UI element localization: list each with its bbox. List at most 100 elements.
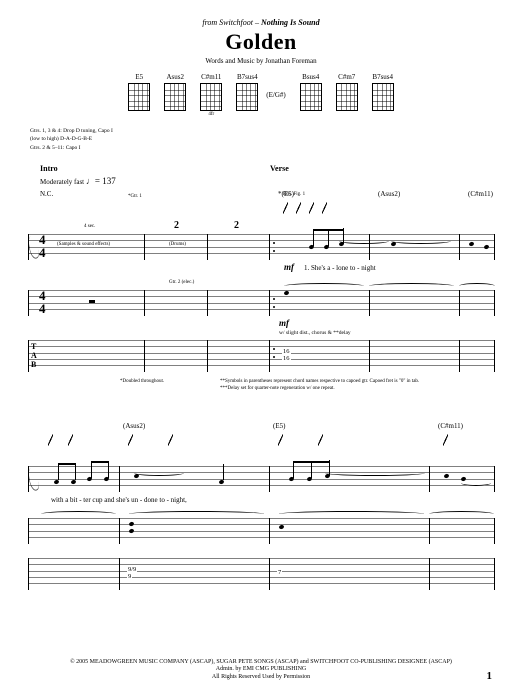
barline [119,466,120,492]
barline [494,290,495,316]
note [70,479,76,484]
cue-4sec: 4 sec. [84,224,95,229]
vocal-staff: 44 (Samples & sound effects) (Drums) 4 s… [28,234,494,260]
lyrics-line-2: with a bit - ter cup and she's un - done… [51,496,187,504]
rhythm-slash [48,434,53,446]
chord-e5: E5 [128,73,150,117]
songwriter-credit: Words and Music by Jonathan Foreman [0,57,522,65]
stem [293,462,294,478]
barline [119,558,120,590]
barline [459,290,460,316]
fretboard-icon [336,83,358,111]
multirest-2: 2 [234,220,239,231]
tie [129,511,264,517]
rhythm-slash [443,434,448,446]
tie [325,470,425,476]
stem [108,462,109,478]
stem [328,230,329,246]
chord-nc: N.C. [40,190,53,198]
note [308,244,314,249]
stem [75,464,76,480]
copyright-block: © 2005 MEADOWGREEN MUSIC COMPANY (ASCAP)… [0,659,522,682]
rhythm-slash [68,434,73,446]
barline [269,558,270,590]
fretboard-icon [300,83,322,111]
cue-drums: (Drums) [169,242,186,247]
barline [144,340,145,372]
dynamic-mf: mf [284,262,294,272]
barline [494,466,495,492]
footnotes: *Doubled throughout. **Symbols in parent… [120,378,522,392]
note [443,473,449,478]
section-intro: Intro [40,164,270,173]
tuning-line-1: Gtrs. 1, 3 & 4: Drop D tuning, Capo I [30,127,522,135]
rhythm-slash [309,202,314,214]
tab-number: 9 [127,574,132,580]
rhythm-slash [296,202,301,214]
beam [293,461,330,463]
source-prefix: from Switchfoot – [202,18,261,27]
section-verse: Verse [270,164,289,173]
barline [429,558,430,590]
rhythm-slash [322,202,327,214]
barline [207,234,208,260]
rest [89,300,95,303]
tab-number: 9/9 [127,567,137,573]
note [53,479,59,484]
copyright-line-1: © 2005 MEADOWGREEN MUSIC COMPANY (ASCAP)… [0,659,522,667]
rhythm-slash [168,434,173,446]
tie [284,283,364,289]
cue-samples: (Samples & sound effects) [57,242,110,247]
repeat-start-icon [269,340,273,372]
stem [91,462,92,478]
repeat-start-icon [269,234,273,260]
barline [207,290,208,316]
tuning-line-3: Gtrs. 2 & 5–11: Capo I [30,144,522,152]
barline [459,340,460,372]
barline [429,466,430,492]
barline [494,558,495,590]
barline [459,234,460,260]
cue-gtr1: *Gtr. 1 [128,194,142,199]
guitar-staff: 44 Gtr. 2 (elec.) mf w/ slight dist., ch… [28,290,494,316]
dynamic-mf: mf [279,318,289,328]
song-title: Golden [0,29,522,55]
barline [144,290,145,316]
rhythm-slash [278,434,283,446]
barline [369,340,370,372]
note [278,524,284,529]
barline [369,290,370,316]
rhythm-slash [283,202,288,214]
tuning-info: Gtrs. 1, 3 & 4: Drop D tuning, Capo I (l… [30,127,522,152]
album-title: Nothing Is Sound [261,18,320,27]
rhythm-slash [318,434,323,446]
chord-side-label: (E/G#) [266,91,285,99]
footnote-b: **Symbols in parentheses represent chord… [220,378,522,385]
fretboard-icon [236,83,258,111]
note [288,476,294,481]
repeat-start-icon [269,290,273,316]
barline [494,518,495,544]
beam [91,461,109,463]
fretboard-icon [164,83,186,111]
beam [58,463,76,465]
note [128,528,134,533]
chord-e5-marker: (E5) [273,422,285,430]
tuning-line-2: (low to high) D-A-D-G-B-E [30,135,522,143]
copyright-line-3: All Rights Reserved Used by Permission [0,674,522,682]
tie [279,511,424,517]
tab-label-icon: TAB [31,342,36,369]
tie [339,238,389,244]
guitar-staff [28,518,494,544]
copyright-line-2: Admin. by EMI CMG PUBLISHING [0,666,522,674]
page-number: 1 [487,670,493,682]
barline [494,234,495,260]
note [483,244,489,249]
note [283,290,289,295]
fretboard-icon [128,83,150,111]
cue-gtr2: Gtr. 2 (elec.) [169,280,194,285]
tab-number: 16 [282,356,291,362]
chord-cm11-marker: (C#m11) [468,190,493,198]
tie [369,283,454,289]
note [218,479,224,484]
